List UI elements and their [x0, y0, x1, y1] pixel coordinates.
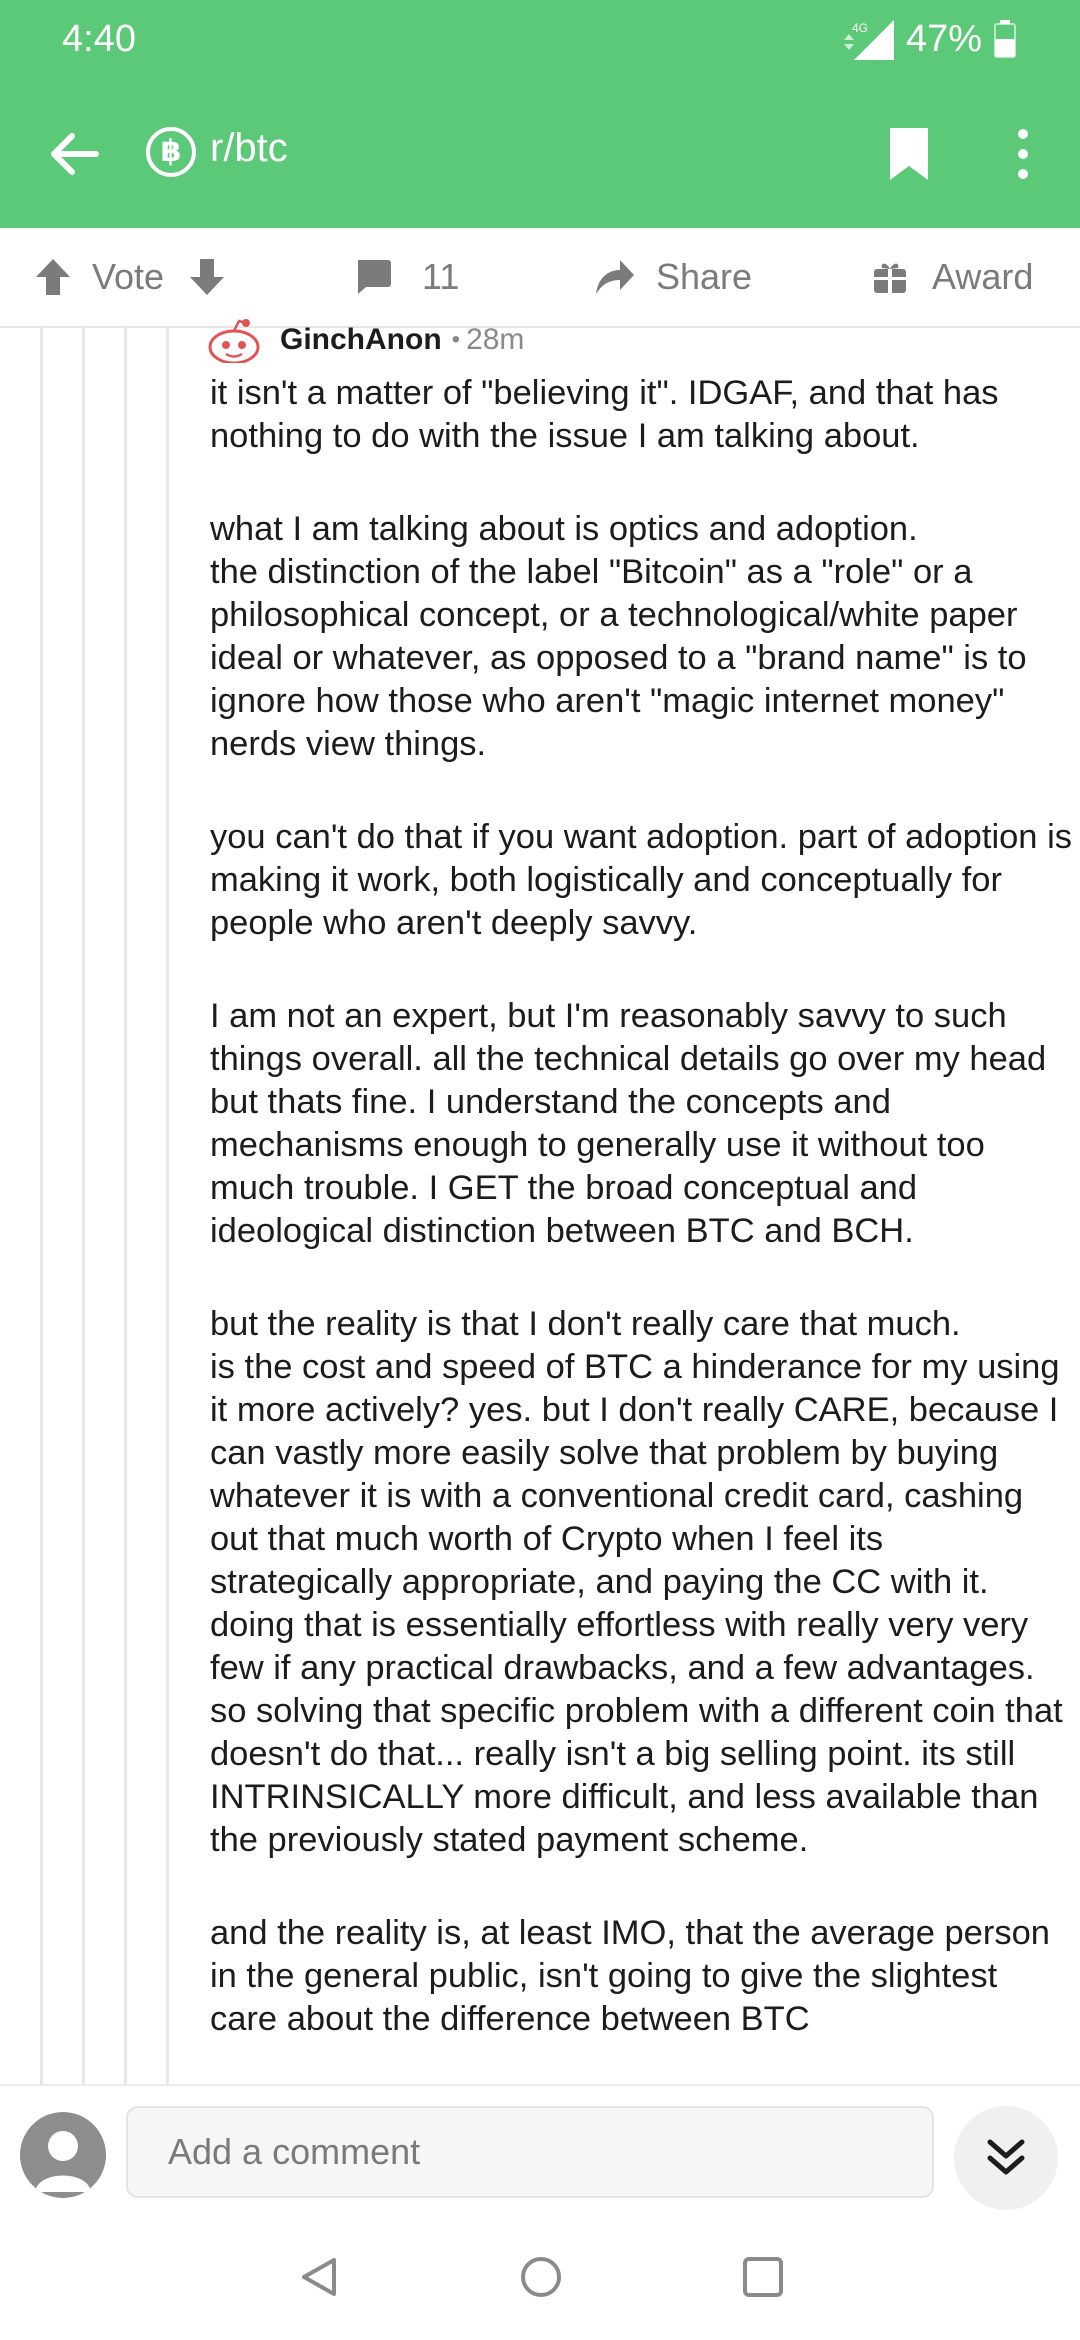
vote-label: Vote — [92, 256, 165, 297]
meta-separator: • — [451, 326, 461, 353]
nav-recents-icon[interactable] — [740, 2254, 786, 2300]
thread-line[interactable] — [40, 326, 43, 2084]
system-nav-bar — [0, 2214, 1080, 2340]
add-comment-input[interactable]: Add a comment — [126, 2106, 934, 2198]
nav-home-icon[interactable] — [518, 2254, 564, 2300]
comment-paragraph: and the reality is, at least IMO, that t… — [210, 1914, 1050, 2038]
back-arrow-icon[interactable] — [44, 124, 104, 184]
nav-back-icon[interactable] — [296, 2254, 342, 2300]
thread-line[interactable] — [166, 326, 169, 2084]
comment-age: 28m — [466, 323, 525, 356]
status-bar: 4:40 4G 47% — [0, 0, 1080, 80]
double-chevron-down-icon — [987, 2139, 1025, 2175]
status-time: 4:40 — [62, 18, 136, 60]
share-label: Share — [656, 256, 753, 297]
app-bar: ฿ r/btc — [0, 80, 1080, 228]
comment-paragraph: you can't do that if you want adoption. … — [210, 818, 1072, 942]
comment-bubble-icon — [358, 260, 391, 294]
comment-paragraph: I am not an expert, but I'm reasonably s… — [210, 997, 1047, 1250]
battery-percent: 47% — [906, 18, 983, 60]
comment-composer: Add a comment — [0, 2084, 1080, 2216]
subreddit-name[interactable]: r/btc — [210, 126, 288, 171]
comment-paragraph: what I am talking about is optics and ad… — [210, 510, 1027, 763]
network-type-label: 4G — [852, 21, 868, 35]
comment-paragraph: it isn't a matter of "believing it". IDG… — [210, 374, 999, 455]
signal-icon: 4G — [844, 20, 894, 60]
bitcoin-icon[interactable]: ฿ — [146, 127, 196, 177]
comment-body: it isn't a matter of "believing it". IDG… — [210, 372, 1072, 2084]
thread-line[interactable] — [124, 326, 127, 2084]
person-icon — [35, 2131, 91, 2192]
downvote-icon[interactable] — [188, 257, 226, 297]
share-arrow-icon — [596, 260, 634, 294]
current-user-avatar[interactable] — [20, 2112, 106, 2198]
comment-count: 11 — [422, 256, 460, 297]
share-button[interactable]: Share — [594, 228, 752, 326]
post-action-bar: Vote 11 Share Award — [0, 228, 1080, 328]
vote-control: Vote — [34, 228, 226, 326]
comments-button[interactable]: 11 — [354, 228, 459, 326]
gift-icon — [874, 263, 906, 293]
comment-header: GinchAnon • 28m — [206, 317, 525, 363]
comment-author[interactable]: GinchAnon — [280, 323, 442, 357]
award-button[interactable]: Award — [872, 228, 1033, 326]
user-avatar-icon[interactable] — [206, 317, 262, 363]
battery-icon — [994, 20, 1016, 58]
collapse-thread-button[interactable] — [954, 2106, 1058, 2210]
award-label: Award — [932, 256, 1034, 297]
more-vertical-icon[interactable] — [1000, 126, 1046, 182]
upvote-icon[interactable] — [34, 257, 72, 297]
bookmark-icon[interactable] — [886, 126, 932, 182]
comment-paragraph: but the reality is that I don't really c… — [210, 1305, 1063, 1859]
thread-line[interactable] — [82, 326, 85, 2084]
